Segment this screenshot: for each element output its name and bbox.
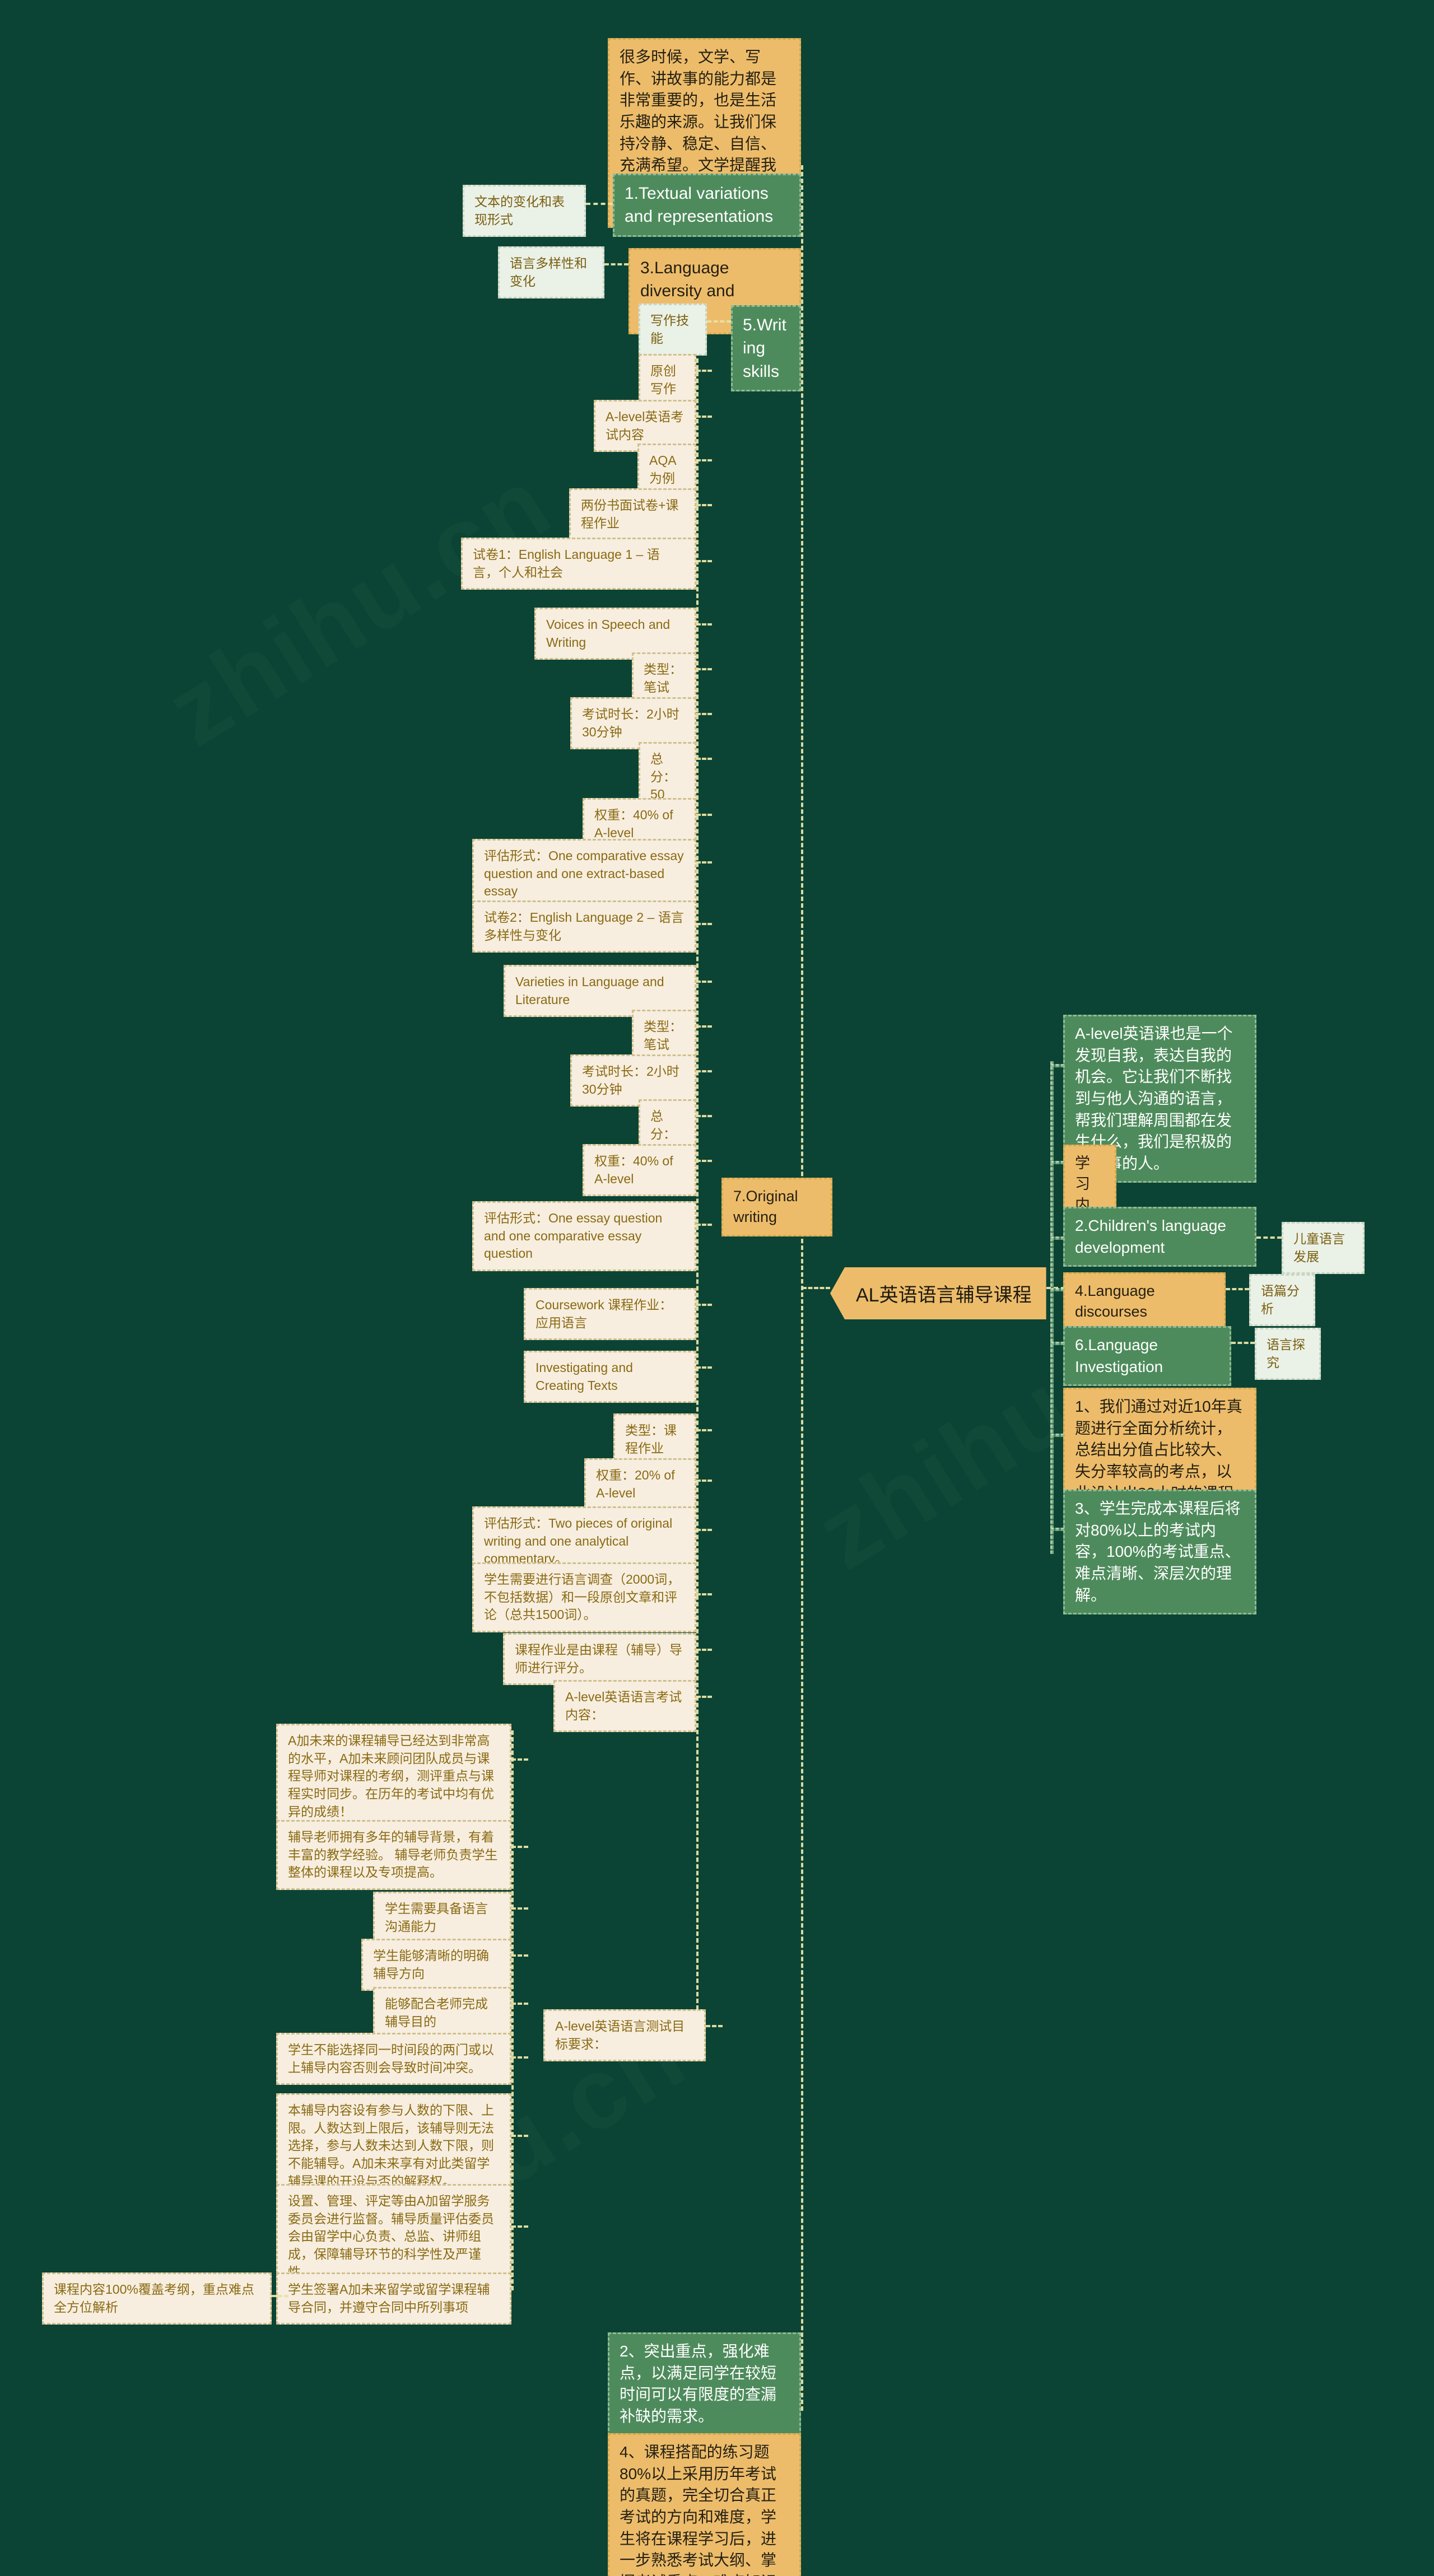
connector [1256,1236,1282,1239]
connector [696,1696,712,1698]
coverage-note[interactable]: 课程内容100%覆盖考纲，重点难点全方位解析 [42,2272,272,2325]
requirement-1[interactable]: 辅导老师拥有多年的辅导背景，有着丰富的教学经验。 辅导老师负责学生整体的课程以及… [276,1820,511,1891]
connector [696,560,712,562]
left-topic-1-sub[interactable]: 文本的变化和表现形式 [463,185,586,237]
connector [696,713,712,715]
connector [511,2225,528,2228]
feature-4: 4、课程搭配的练习题80%以上采用历年考试的真题，完全切合真正考试的方向和难度，… [608,2433,801,2576]
connector [696,1304,712,1306]
connector-req-spine [511,1730,514,2290]
root-node[interactable]: AL英语语言辅导课程 [830,1267,1046,1319]
connector [511,2056,528,2059]
connector [696,1593,712,1595]
connector [696,1366,712,1369]
right-topic-3-sub[interactable]: 语言探究 [1255,1328,1321,1380]
connector [696,814,712,816]
connector [696,1224,712,1226]
connector [511,1758,528,1761]
connector [696,923,712,925]
paper1-title[interactable]: 试卷1：English Language 1 – 语言，个人和社会 [461,538,696,590]
right-topic-1[interactable]: 2.Children's language development [1063,1207,1256,1267]
coursework-marking[interactable]: 课程作业是由课程（辅导）导师进行评分。 [503,1633,696,1686]
coursework-weighting[interactable]: 权重：20% of A-level [584,1458,696,1511]
requirement-2[interactable]: 学生需要具备语言沟通能力 [373,1892,511,1944]
requirement-3[interactable]: 学生能够清晰的明确辅导方向 [361,1939,511,1991]
requirement-5[interactable]: 学生不能选择同一时间段的两门或以上辅导内容否则会导致时间冲突。 [276,2033,511,2085]
connector [1050,1434,1064,1437]
connector [1050,1528,1064,1531]
connector [586,203,613,205]
watermark: zhihu.cn [147,445,571,769]
connector [696,981,712,983]
feature-2: 2、突出重点，强化难点，以满足同学在较短时间可以有限度的查漏补缺的需求。 [608,2332,801,2436]
connector [696,1429,712,1431]
left-topic-original-writing[interactable]: 7.Original writing [721,1178,832,1236]
connector [706,2025,723,2027]
connector [511,2003,528,2005]
connector [696,758,712,760]
connector [1231,1342,1255,1344]
right-topic-3[interactable]: 6.Language Investigation [1063,1326,1231,1387]
requirements-heading[interactable]: A-level英语语言测试目标要求： [543,2009,706,2062]
connector [511,2135,528,2137]
exam-content-heading[interactable]: A-level英语语言考试内容： [553,1680,696,1733]
connector [696,623,712,626]
exam-content-chain-2[interactable]: 两份书面试卷+课程作业 [569,488,696,541]
connector [511,1907,528,1910]
right-topic-2-sub[interactable]: 语篇分析 [1249,1274,1315,1327]
connector [696,1115,712,1117]
connector-right-spine [1050,1061,1054,1554]
connector-left-spine [801,165,803,2411]
connector [696,1070,712,1072]
left-topic-2-sub[interactable]: 语言多样性和变化 [498,246,604,299]
connector [696,1160,712,1162]
left-topic-1[interactable]: 1.Textual variations and representations [613,174,801,237]
left-topic-3[interactable]: 5.Writing skills [731,305,801,392]
connector [696,504,712,506]
requirement-8[interactable]: 学生签署A加未来留学或留学课程辅导合同，并遵守合同中所列事项 [276,2272,511,2325]
feature-3: 3、学生完成本课程后将对80%以上的考试内容，100%的考试重点、难点清晰、深层… [1063,1490,1256,1615]
original-writing-sub[interactable]: 原创写作 [639,354,696,407]
connector [696,459,712,461]
requirement-0[interactable]: A加未来的课程辅导已经达到非常高的水平，A加未来顾问团队成员与课程导师对课程的考… [276,1724,511,1830]
right-topic-2[interactable]: 4.Language discourses [1063,1272,1226,1331]
connector [1050,1288,1064,1291]
connector [696,1529,712,1531]
right-topic-1-sub[interactable]: 儿童语言发展 [1282,1222,1365,1275]
paper2-weighting[interactable]: 权重：40% of A-level [583,1144,696,1197]
coursework-task-detail[interactable]: 学生需要进行语言调查（2000词，不包括数据）和一段原创文章和评论（总共1500… [472,1562,696,1633]
connector [696,668,712,670]
connector [1050,1342,1064,1345]
connector [511,1954,528,1957]
connector [696,1480,712,1482]
paper2-assessment[interactable]: 评估形式：One essay question and one comparat… [472,1201,696,1272]
connector [696,861,712,864]
connector [604,263,628,265]
connector-detail-spine [696,358,699,2030]
connector [1050,1064,1064,1067]
connector [802,1287,830,1289]
paper1-assessment[interactable]: 评估形式：One comparative essay question and … [472,839,696,909]
paper2-title[interactable]: 试卷2：English Language 2 – 语言多样性与变化 [472,900,696,953]
connector [696,1649,712,1651]
requirement-6[interactable]: 本辅导内容设有参与人数的下限、上限。人数达到上限后，该辅导则无法选择，参与人数未… [276,2093,511,2199]
connector [1050,1236,1064,1240]
mindmap-canvas: zhihu.cn zhihu.cn zhihu.cn 很多时候，文学、写作、讲故… [0,0,1434,2576]
connector [1050,1161,1064,1164]
coursework-title[interactable]: Coursework 课程作业：应用语言 [524,1288,696,1341]
connector [1226,1288,1249,1290]
connector [511,1846,528,1848]
left-topic-3-sub[interactable]: 写作技能 [639,304,707,356]
connector [272,2295,288,2297]
connector [707,320,731,323]
connector [696,416,712,418]
connector [696,1025,712,1028]
requirement-4[interactable]: 能够配合老师完成辅导目的 [373,1987,511,2040]
coursework-unit[interactable]: Investigating and Creating Texts [524,1351,696,1403]
connector [696,370,712,372]
